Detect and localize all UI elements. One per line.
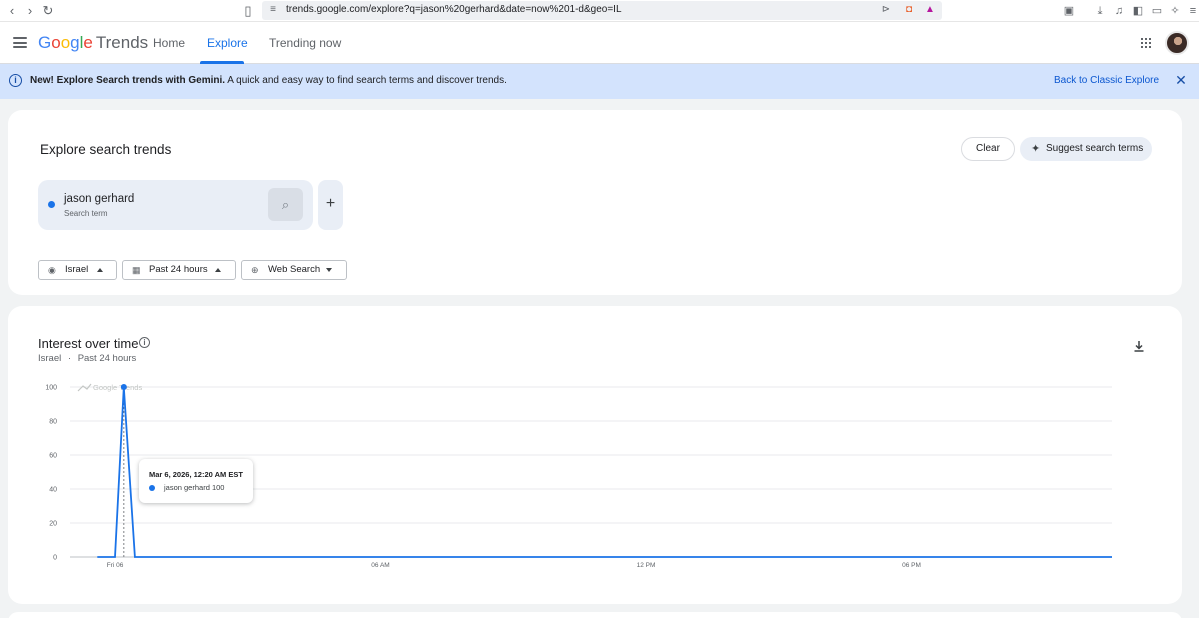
sidebar-icon[interactable]: ◧ [1131,4,1145,18]
clear-button[interactable]: Clear [961,137,1015,161]
tab-home[interactable]: Home [153,36,185,50]
region-label: Israel [65,264,89,275]
y-tick-label: 40 [49,487,57,494]
y-tick-label: 80 [49,419,57,426]
reload-icon[interactable]: ↻ [40,3,56,19]
search-details-icon[interactable]: ⌕ [268,188,303,221]
svg-text:Google Trends: Google Trends [93,383,142,392]
hamburger-menu-icon[interactable] [13,37,27,48]
next-card [8,612,1182,618]
google-trends-watermark: Google Trends [77,383,142,392]
interest-over-time-card: Interest over time i Israel · Past 24 ho… [8,306,1182,604]
google-trends-logo[interactable]: Google Trends [38,33,148,53]
avatar[interactable] [1165,31,1189,55]
y-tick-label: 100 [45,385,57,392]
globe-icon: ⊕ [251,265,259,275]
media-icon[interactable]: ♫ [1112,4,1126,18]
brave-shield-icon[interactable]: ◘ [902,3,916,17]
tooltip-value-row: jason gerhard 100 [164,483,225,492]
explore-card: Explore search trends Clear ✦ Suggest se… [8,110,1182,295]
series-color-dot [48,201,55,208]
close-icon[interactable]: ✕ [1174,72,1188,88]
wallet-icon[interactable]: ▭ [1150,4,1164,18]
info-icon[interactable]: i [139,337,150,348]
app-header: Google Trends Home Explore Trending now [0,22,1199,64]
bookmark-icon[interactable]: ▯ [240,3,256,19]
tab-explore[interactable]: Explore [207,36,248,50]
google-apps-icon[interactable] [1141,38,1151,48]
forward-icon[interactable]: › [22,3,38,19]
rewards-icon[interactable]: ▲ [923,3,937,17]
caret-down-icon [326,268,332,272]
calendar-icon: ▦ [132,265,141,275]
site-settings-icon[interactable]: ≡ [266,3,280,17]
sparkle-icon: ✦ [1031,143,1041,155]
time-filter[interactable]: ▦ Past 24 hours [122,260,236,280]
interest-subtitle: Israel · Past 24 hours [38,353,137,364]
x-tick-label: 06 PM [902,562,921,569]
gemini-banner: i New! Explore Search trends with Gemini… [0,64,1199,99]
property-label: Web Search [268,264,321,275]
chart-tooltip: Mar 6, 2026, 12:20 AM EST jason gerhard … [139,459,253,503]
explore-title: Explore search trends [40,142,172,157]
search-term-type: Search term [64,209,108,218]
time-label: Past 24 hours [149,264,208,275]
x-tick-label: 06 AM [371,562,389,569]
y-tick-label: 60 [49,453,57,460]
x-tick-label: 12 PM [637,562,656,569]
menu-icon-browser[interactable]: ≡ [1186,4,1199,18]
back-to-classic-link[interactable]: Back to Classic Explore [1054,75,1159,86]
screenshot-icon[interactable]: ▣ [1062,4,1076,18]
caret-up-icon [97,268,103,272]
interest-title: Interest over time [38,336,139,351]
region-filter[interactable]: ◉ Israel [38,260,117,280]
tooltip-series-dot [149,485,155,491]
tooltip-date: Mar 6, 2026, 12:20 AM EST [149,470,243,479]
suggest-label: Suggest search terms [1046,143,1144,154]
search-term-chip[interactable]: jason gerhard Search term ⌕ [38,180,313,230]
location-pin-icon: ◉ [48,265,56,275]
suggest-search-terms-button[interactable]: ✦ Suggest search terms [1020,137,1152,161]
caret-up-icon [215,268,221,272]
x-tick-label: Fri 06 [107,562,124,569]
add-term-button[interactable]: + [318,180,343,230]
address-bar[interactable]: ≡ trends.google.com/explore?q=jason%20ge… [262,1,942,20]
extensions-icon[interactable]: ✧ [1168,4,1182,18]
search-term-name: jason gerhard [64,193,135,205]
url-text: trends.google.com/explore?q=jason%20gerh… [286,4,622,15]
info-icon: i [9,74,22,87]
downloads-icon[interactable]: ⤓ [1093,4,1107,18]
browser-toolbar: ‹ › ↻ ▯ ≡ trends.google.com/explore?q=ja… [0,0,1199,22]
banner-message: New! Explore Search trends with Gemini. … [30,75,507,86]
back-icon[interactable]: ‹ [4,3,20,19]
y-tick-label: 20 [49,521,57,528]
share-icon[interactable]: ⊳ [879,3,893,17]
property-filter[interactable]: ⊕ Web Search [241,260,347,280]
y-tick-label: 0 [53,555,57,562]
tab-trending-now[interactable]: Trending now [269,36,341,50]
data-point-peak[interactable] [120,384,127,390]
download-icon[interactable] [1132,339,1146,353]
